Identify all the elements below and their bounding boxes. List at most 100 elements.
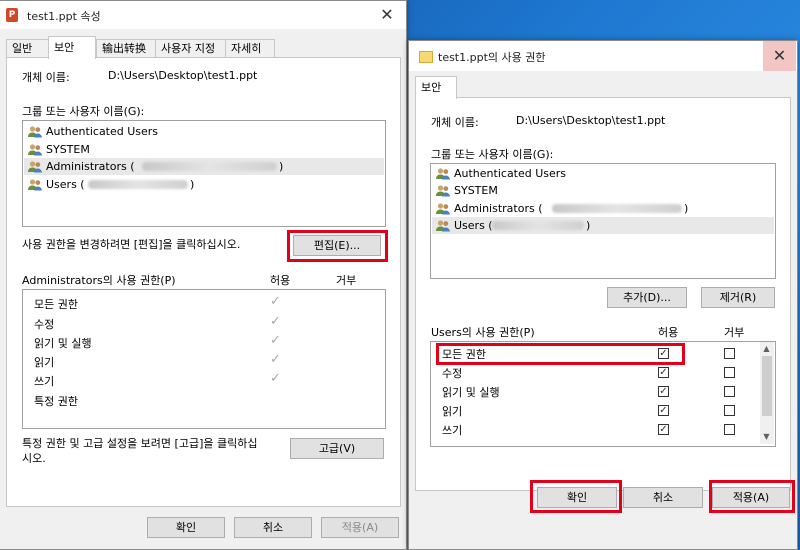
highlight-box — [530, 480, 622, 513]
user-list[interactable]: Authenticated Users SYSTEM Administrator… — [430, 163, 776, 279]
highlight-box — [709, 480, 795, 513]
check-icon: ✓ — [270, 314, 281, 329]
object-name-label: 개체 이름: — [22, 71, 70, 84]
check-icon: ✓ — [270, 371, 281, 386]
allow-checkbox[interactable]: ✓ — [658, 424, 669, 435]
users-icon — [436, 168, 450, 180]
tab-security[interactable]: 보안 — [48, 36, 96, 59]
user-row-selected[interactable]: Users ( ) — [432, 217, 774, 234]
deny-checkbox[interactable] — [724, 386, 735, 397]
tab-output-convert[interactable]: 输出转换 — [96, 39, 156, 58]
deny-checkbox[interactable] — [724, 424, 735, 435]
permissions-window: test1.ppt의 사용 권한 ✕ 보안 개체 이름: D:\Users\De… — [408, 40, 798, 550]
tab-details[interactable]: 자세히 — [225, 39, 275, 58]
user-name-suffix: ) — [586, 219, 591, 232]
user-name: SYSTEM — [46, 143, 90, 156]
user-name: Administrators ( — [454, 202, 543, 215]
tab-general[interactable]: 일반 — [6, 39, 50, 58]
scroll-down-icon[interactable]: ▼ — [760, 430, 773, 443]
permission-scrollbar[interactable]: ▲ ▼ — [760, 342, 774, 444]
object-name-label: 개체 이름: — [431, 116, 479, 129]
group-label: 그룹 또는 사용자 이름(G): — [431, 148, 554, 161]
user-row[interactable]: Authenticated Users — [24, 123, 384, 140]
perm-name: 쓰기 — [34, 375, 55, 388]
perm-name: 읽기 및 실행 — [442, 386, 500, 399]
deny-checkbox[interactable] — [724, 367, 735, 378]
redacted-text — [142, 162, 277, 171]
cancel-button[interactable]: 취소 — [623, 487, 703, 508]
allow-checkbox[interactable]: ✓ — [658, 367, 669, 378]
user-list[interactable]: Authenticated Users SYSTEM Administrator… — [22, 120, 386, 227]
perm-name: 읽기 — [34, 356, 55, 369]
user-row[interactable]: Administrators ( ) — [432, 200, 774, 217]
users-icon — [436, 185, 450, 197]
perm-name: 모든 권한 — [34, 298, 78, 311]
user-row[interactable]: SYSTEM — [24, 141, 384, 158]
scroll-up-icon[interactable]: ▲ — [760, 342, 773, 355]
user-name: Authenticated Users — [454, 167, 567, 180]
add-button[interactable]: 추가(D)... — [607, 287, 687, 308]
change-hint-text: 사용 권한을 변경하려면 [편집]을 클릭하십시오. — [22, 238, 241, 251]
users-icon — [28, 126, 42, 138]
window-title: test1.ppt 속성 — [27, 10, 101, 23]
user-name: Users ( — [46, 178, 85, 191]
deny-checkbox[interactable] — [724, 405, 735, 416]
deny-checkbox[interactable] — [724, 348, 735, 359]
apply-button[interactable]: 적용(A) — [321, 517, 399, 538]
object-name-value: D:\Users\Desktop\test1.ppt — [108, 69, 258, 82]
ppt-file-icon: P — [6, 8, 18, 22]
ok-button[interactable]: 확인 — [147, 517, 225, 538]
users-icon — [28, 161, 42, 173]
permissions-titlebar[interactable]: test1.ppt의 사용 권한 ✕ — [409, 41, 797, 71]
properties-titlebar[interactable]: P test1.ppt 속성 ✕ — [0, 1, 406, 29]
user-row[interactable]: SYSTEM — [432, 182, 774, 199]
user-row[interactable]: Authenticated Users — [432, 165, 774, 182]
user-name-suffix: ) — [279, 160, 284, 173]
allow-header: 허용 — [270, 274, 291, 287]
deny-header: 거부 — [336, 274, 357, 287]
users-icon — [28, 179, 42, 191]
user-name: Administrators ( — [46, 160, 135, 173]
check-icon: ✓ — [270, 352, 281, 367]
allow-checkbox[interactable]: ✓ — [658, 386, 669, 397]
user-name-suffix: ) — [190, 178, 195, 191]
security-tab-panel: 개체 이름: D:\Users\Desktop\test1.ppt 그룹 또는 … — [6, 57, 401, 507]
close-icon[interactable]: ✕ — [763, 41, 796, 71]
window-title: test1.ppt의 사용 권한 — [438, 51, 546, 64]
users-icon — [436, 220, 450, 232]
allow-checkbox[interactable]: ✓ — [658, 405, 669, 416]
check-icon: ✓ — [270, 333, 281, 348]
user-name: Authenticated Users — [46, 125, 159, 138]
deny-header: 거부 — [724, 326, 745, 339]
remove-button[interactable]: 제거(R) — [701, 287, 775, 308]
users-icon — [28, 144, 42, 156]
scrollbar-thumb[interactable] — [762, 356, 772, 416]
redacted-text — [88, 180, 188, 189]
tab-custom[interactable]: 사용자 지정 — [155, 39, 227, 58]
perm-name: 읽기 — [442, 405, 463, 418]
folder-icon — [419, 51, 433, 63]
advanced-hint-line2: 시오. — [22, 452, 46, 465]
permission-list: 모든 권한 ✓ 수정 ✓ 읽기 및 실행 ✓ 읽기 ✓ 쓰기 ✓ 특정 권한 — [22, 289, 386, 429]
users-icon — [436, 203, 450, 215]
highlight-box — [287, 230, 388, 262]
user-row[interactable]: Users ( ) — [24, 176, 384, 193]
perm-header: Users의 사용 권한(P) — [431, 326, 535, 339]
properties-window: P test1.ppt 속성 ✕ 일반 보안 输出转换 사용자 지정 자세히 개… — [0, 0, 407, 550]
perm-name: 쓰기 — [442, 424, 463, 437]
perm-name: 수정 — [442, 367, 463, 380]
perm-name: 수정 — [34, 318, 55, 331]
close-icon[interactable]: ✕ — [368, 1, 406, 29]
user-name: Users ( — [454, 219, 493, 232]
check-icon: ✓ — [270, 294, 281, 309]
object-name-value: D:\Users\Desktop\test1.ppt — [516, 114, 666, 127]
user-name: SYSTEM — [454, 184, 498, 197]
cancel-button[interactable]: 취소 — [234, 517, 312, 538]
redacted-text — [492, 221, 584, 230]
advanced-hint-line1: 특정 권한 및 고급 설정을 보려면 [고급]을 클릭하십 — [22, 437, 258, 450]
perm-name: 특정 권한 — [34, 395, 78, 408]
tab-security[interactable]: 보안 — [415, 76, 457, 99]
user-row-selected[interactable]: Administrators ( ) — [24, 158, 384, 175]
perm-name: 읽기 및 실행 — [34, 337, 92, 350]
advanced-button[interactable]: 고급(V) — [290, 438, 384, 459]
